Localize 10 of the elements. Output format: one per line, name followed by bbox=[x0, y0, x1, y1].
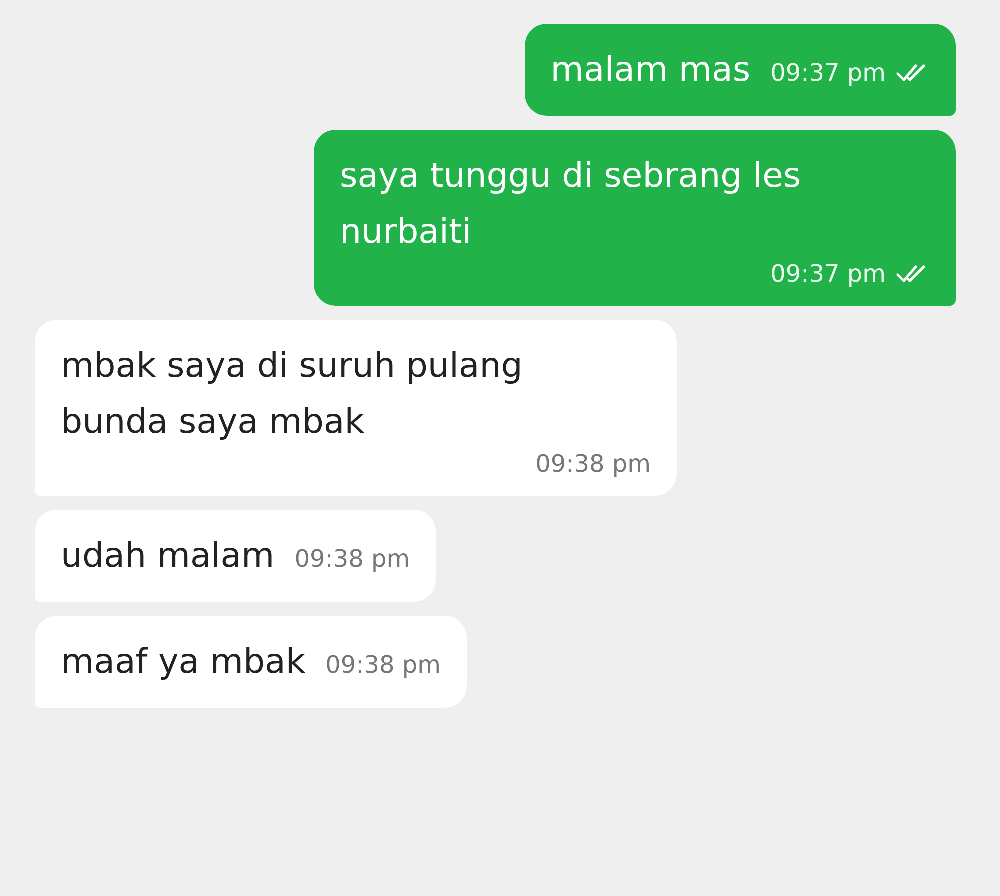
message-time: 09:37 pm bbox=[770, 59, 886, 87]
message-time: 09:37 pm bbox=[770, 260, 886, 288]
message-time: 09:38 pm bbox=[294, 545, 410, 573]
message-time: 09:38 pm bbox=[326, 651, 441, 679]
message-text: mbak saya di suruh pulang bunda saya mbak bbox=[61, 345, 524, 444]
message-text: malam mas bbox=[550, 49, 751, 92]
message-text: udah malam bbox=[61, 535, 275, 578]
message-time: 09:38 pm bbox=[536, 450, 651, 478]
message-text: maaf ya mbak bbox=[61, 641, 306, 684]
message-text: saya tunggu di sebrang les nurbaiti bbox=[340, 155, 802, 254]
